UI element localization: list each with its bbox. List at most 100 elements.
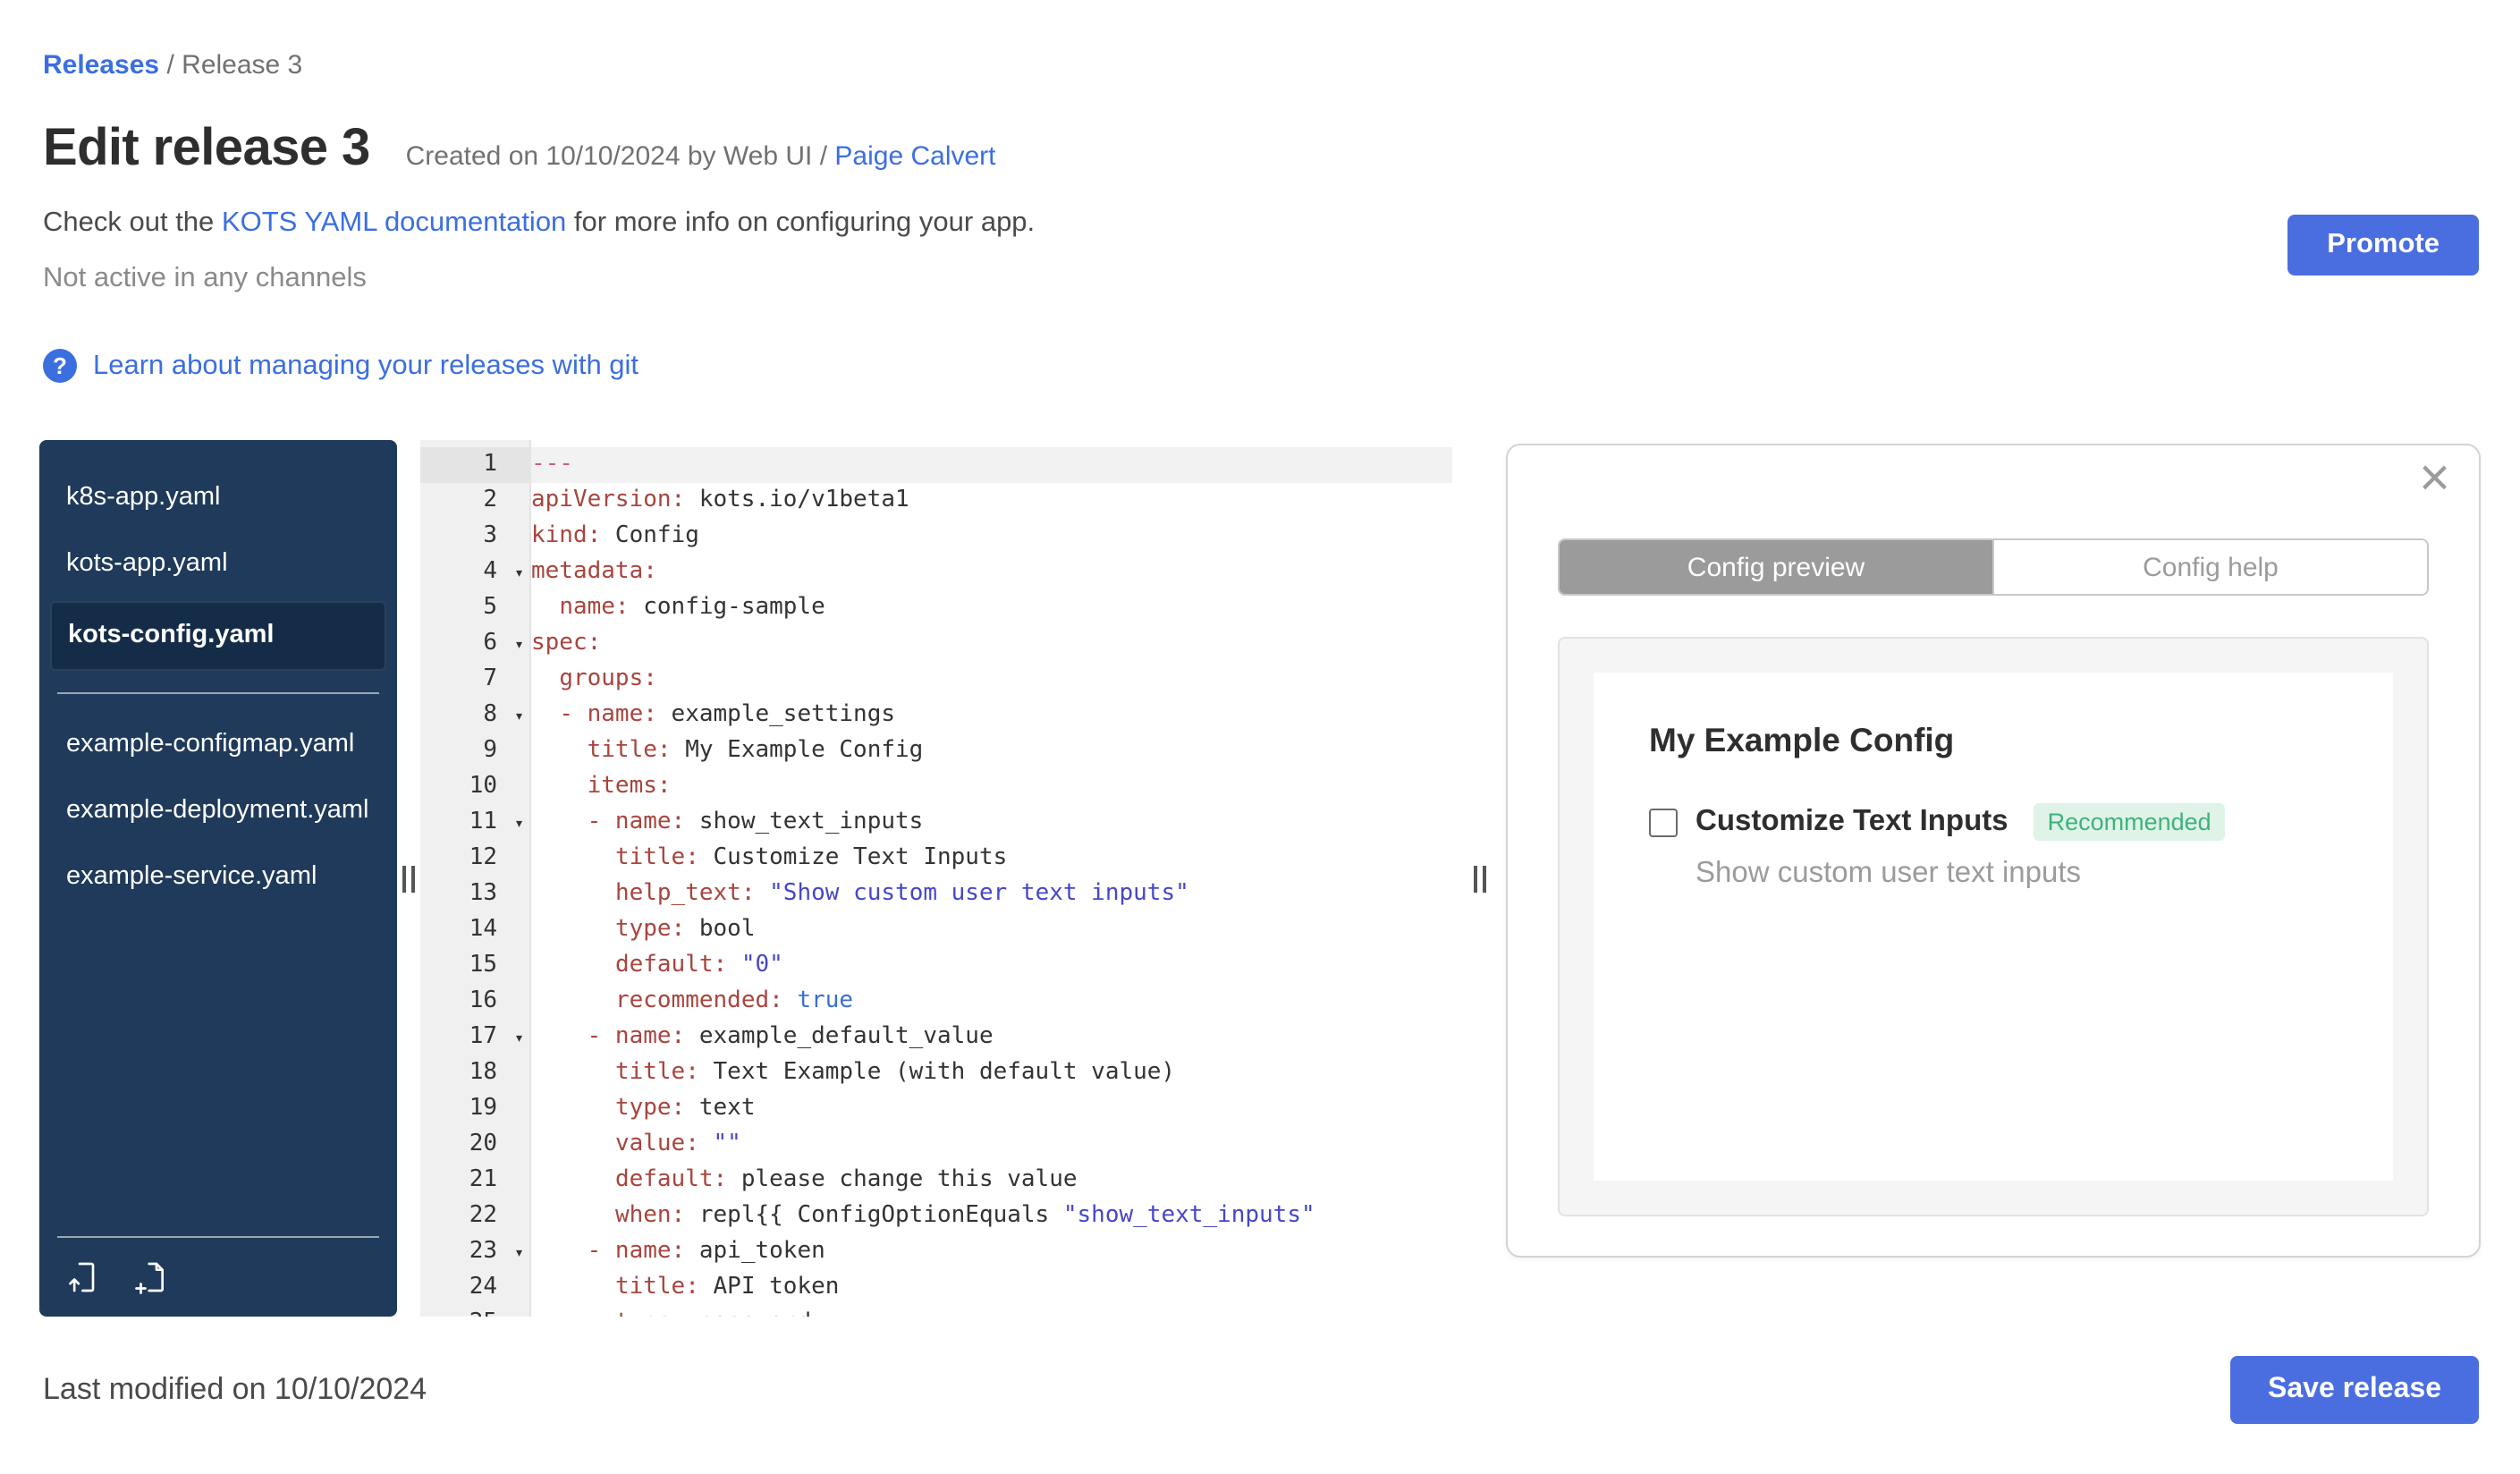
file-tree-item[interactable]: kots-app.yaml (39, 531, 397, 597)
git-docs-link[interactable]: Learn about managing your releases with … (93, 350, 638, 382)
line-number: 21 (469, 1166, 497, 1193)
fold-arrow-icon[interactable]: ▾ (514, 1021, 524, 1057)
fold-arrow-icon[interactable]: ▾ (514, 556, 524, 592)
file-tree-divider (57, 692, 379, 694)
tab-config-help[interactable]: Config help (1992, 540, 2427, 594)
code-line: - name: example_settings (559, 701, 896, 728)
file-tree-footer (57, 1236, 379, 1302)
line-number: 23 ▾ (420, 1234, 529, 1270)
line-number: 5 (483, 594, 497, 621)
preview-body: My Example Config Customize Text Inputs … (1558, 637, 2429, 1216)
line-number: 18 (469, 1059, 497, 1086)
line-number: 22 (469, 1202, 497, 1229)
file-tree-item[interactable]: k8s-app.yaml (39, 465, 397, 531)
docs-prefix: Check out the (43, 208, 222, 238)
line-number: 6 ▾ (420, 626, 529, 662)
code-line: recommended: true (614, 987, 854, 1014)
fold-arrow-icon[interactable]: ▾ (514, 1236, 524, 1272)
line-number: 1 (420, 447, 529, 483)
code-line: title: API token (614, 1274, 840, 1300)
config-group-title: My Example Config (1649, 721, 1955, 758)
created-info: Created on 10/10/2024 by Web UI / Paige … (406, 141, 996, 172)
line-number: 10 (469, 773, 497, 800)
line-number: 24 (469, 1274, 497, 1300)
docs-suffix: for more info on configuring your app. (566, 208, 1036, 238)
code-line: - name: show_text_inputs (587, 809, 924, 835)
file-tree-item[interactable]: example-deployment.yaml (39, 778, 397, 844)
tab-config-preview[interactable]: Config preview (1560, 540, 1992, 594)
code-line: title: Customize Text Inputs (614, 844, 1008, 871)
channel-status: Not active in any channels (43, 263, 367, 293)
line-number: 9 (483, 737, 497, 764)
title-row: Edit release 3 Created on 10/10/2024 by … (43, 120, 2520, 179)
config-item-checkbox[interactable] (1649, 808, 1678, 836)
code-line: title: Text Example (with default value) (614, 1059, 1176, 1086)
code-line: name: config-sample (559, 594, 825, 621)
breadcrumb-separator: / (159, 50, 182, 80)
file-tree-spacer (39, 911, 397, 1236)
config-item-label: Customize Text Inputs (1696, 805, 2008, 837)
promote-button[interactable]: Promote (2287, 215, 2479, 275)
file-tree-item[interactable]: example-service.yaml (39, 844, 397, 911)
drag-handle-icon (402, 865, 415, 892)
help-icon[interactable]: ? (43, 349, 77, 383)
line-number: 15 (469, 952, 497, 978)
close-icon[interactable]: × (2419, 452, 2450, 506)
upload-file-icon[interactable] (66, 1259, 102, 1295)
code-line: apiVersion: kots.io/v1beta1 (531, 487, 909, 513)
code-line: title: My Example Config (587, 737, 924, 764)
preview-tabs: Config preview Config help (1558, 538, 2429, 596)
yaml-editor[interactable]: 1 2 3 4 ▾ 5 6 ▾ 7 8 ▾ 9 10 11 ▾ 12 13 14 15 16 17 ▾ 18 19 20 21 22… (420, 440, 1452, 1317)
edit-release-page: Releases / Release 3 Edit release 3 Crea… (0, 0, 2520, 1474)
kots-docs-link[interactable]: KOTS YAML documentation (222, 208, 566, 238)
code-line: when: repl{{ ConfigOptionEquals "show_te… (614, 1202, 1315, 1229)
line-number: 13 (469, 880, 497, 907)
docs-sentence: Check out the KOTS YAML documentation fo… (43, 208, 2520, 240)
code-line: type: text (614, 1095, 756, 1122)
save-release-button[interactable]: Save release (2230, 1356, 2479, 1424)
line-number: 11 ▾ (420, 805, 529, 841)
line-number: 17 ▾ (420, 1020, 529, 1055)
code-line: --- (531, 447, 1452, 483)
code-line: type: bool (614, 916, 756, 943)
code-line: default: "0" (614, 952, 783, 978)
line-number: 12 (469, 844, 497, 871)
code-line: value: "" (614, 1131, 741, 1157)
line-number: 19 (469, 1095, 497, 1122)
line-number: 4 ▾ (420, 555, 529, 590)
resize-handle-right[interactable] (1452, 440, 1506, 1317)
config-item-help: Show custom user text inputs (1696, 857, 2082, 889)
drag-handle-icon (1473, 865, 1485, 892)
config-preview-panel: × Config preview Config help My Example … (1506, 444, 2481, 1258)
resize-handle-left[interactable] (397, 440, 420, 1317)
file-tree-group-top: k8s-app.yaml kots-app.yaml kots-config.yam… (39, 465, 397, 674)
created-text: Created on 10/10/2024 by Web UI / (405, 141, 835, 172)
recommended-badge: Recommended (2033, 803, 2226, 841)
file-tree-item[interactable]: example-configmap.yaml (39, 712, 397, 778)
fold-arrow-icon[interactable]: ▾ (514, 807, 524, 843)
line-number: 25 (420, 1306, 529, 1317)
line-number: 8 ▾ (420, 698, 529, 733)
file-tree-item[interactable]: kots-config.yaml (50, 601, 386, 671)
fold-arrow-icon[interactable]: ▾ (514, 628, 524, 664)
breadcrumb-releases-link[interactable]: Releases (43, 50, 159, 80)
breadcrumb: Releases / Release 3 (0, 0, 2520, 80)
new-file-icon[interactable] (134, 1259, 170, 1295)
code-line: spec: (531, 630, 602, 657)
config-item-row: Customize Text Inputs Recommended (1649, 803, 2338, 841)
author-link[interactable]: Paige Calvert (834, 141, 995, 172)
git-help-row: ? Learn about managing your releases wit… (43, 349, 2520, 383)
code-line: - name: api_token (587, 1238, 825, 1265)
line-number: 20 (469, 1131, 497, 1157)
last-modified-text: Last modified on 10/10/2024 (43, 1372, 427, 1406)
code-lines[interactable]: --- apiVersion: kots.io/v1beta1 kind: Conf… (531, 440, 1452, 1317)
code-line: items: (587, 773, 672, 800)
fold-arrow-icon[interactable]: ▾ (514, 699, 524, 735)
footer: Last modified on 10/10/2024 Save release (43, 1356, 2479, 1424)
line-number: 3 (483, 522, 497, 549)
file-tree-group-bottom: example-configmap.yaml example-deployment… (39, 712, 397, 911)
file-tree: k8s-app.yaml kots-app.yaml kots-config.yam… (39, 440, 397, 1317)
line-number: 2 (483, 487, 497, 513)
line-number: 7 (483, 665, 497, 692)
release-editor: k8s-app.yaml kots-app.yaml kots-config.yam… (39, 440, 2481, 1317)
